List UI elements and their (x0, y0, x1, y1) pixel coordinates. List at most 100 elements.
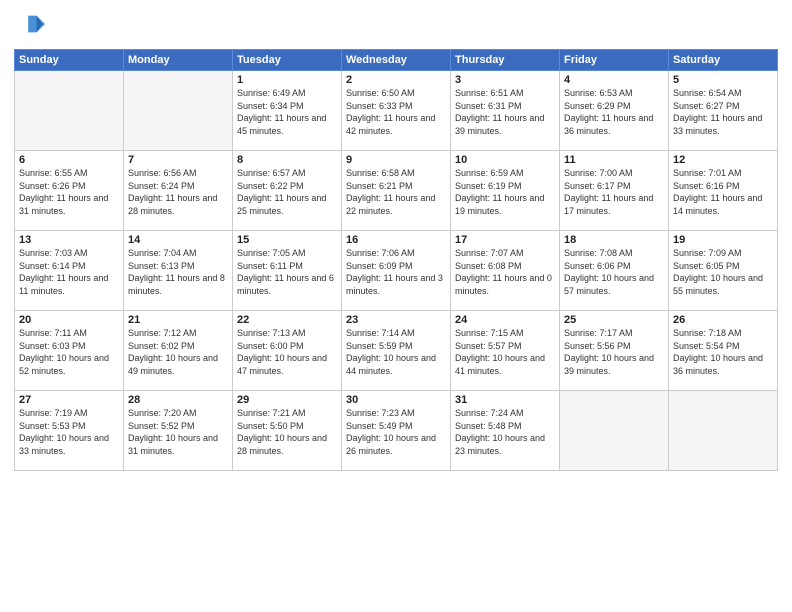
calendar-cell: 7Sunrise: 6:56 AM Sunset: 6:24 PM Daylig… (124, 151, 233, 231)
day-info: Sunrise: 6:54 AM Sunset: 6:27 PM Dayligh… (673, 87, 773, 137)
day-info: Sunrise: 7:09 AM Sunset: 6:05 PM Dayligh… (673, 247, 773, 297)
calendar-cell: 18Sunrise: 7:08 AM Sunset: 6:06 PM Dayli… (560, 231, 669, 311)
day-number: 19 (673, 234, 773, 246)
calendar-cell: 11Sunrise: 7:00 AM Sunset: 6:17 PM Dayli… (560, 151, 669, 231)
logo-icon (17, 10, 45, 38)
calendar-cell: 28Sunrise: 7:20 AM Sunset: 5:52 PM Dayli… (124, 391, 233, 471)
calendar-cell (669, 391, 778, 471)
calendar-cell: 3Sunrise: 6:51 AM Sunset: 6:31 PM Daylig… (451, 71, 560, 151)
day-info: Sunrise: 7:13 AM Sunset: 6:00 PM Dayligh… (237, 327, 337, 377)
weekday-header-wednesday: Wednesday (342, 50, 451, 71)
day-number: 14 (128, 234, 228, 246)
day-info: Sunrise: 7:06 AM Sunset: 6:09 PM Dayligh… (346, 247, 446, 297)
calendar-cell: 8Sunrise: 6:57 AM Sunset: 6:22 PM Daylig… (233, 151, 342, 231)
day-info: Sunrise: 6:58 AM Sunset: 6:21 PM Dayligh… (346, 167, 446, 217)
day-number: 26 (673, 314, 773, 326)
calendar-cell: 4Sunrise: 6:53 AM Sunset: 6:29 PM Daylig… (560, 71, 669, 151)
calendar-cell: 23Sunrise: 7:14 AM Sunset: 5:59 PM Dayli… (342, 311, 451, 391)
calendar-cell: 25Sunrise: 7:17 AM Sunset: 5:56 PM Dayli… (560, 311, 669, 391)
calendar-cell: 21Sunrise: 7:12 AM Sunset: 6:02 PM Dayli… (124, 311, 233, 391)
day-info: Sunrise: 7:15 AM Sunset: 5:57 PM Dayligh… (455, 327, 555, 377)
day-info: Sunrise: 6:49 AM Sunset: 6:34 PM Dayligh… (237, 87, 337, 137)
day-info: Sunrise: 7:20 AM Sunset: 5:52 PM Dayligh… (128, 407, 228, 457)
calendar-week-2: 6Sunrise: 6:55 AM Sunset: 6:26 PM Daylig… (15, 151, 778, 231)
calendar-cell: 26Sunrise: 7:18 AM Sunset: 5:54 PM Dayli… (669, 311, 778, 391)
calendar-table: SundayMondayTuesdayWednesdayThursdayFrid… (14, 49, 778, 471)
day-number: 9 (346, 154, 446, 166)
calendar-cell (15, 71, 124, 151)
day-number: 6 (19, 154, 119, 166)
calendar-cell: 16Sunrise: 7:06 AM Sunset: 6:09 PM Dayli… (342, 231, 451, 311)
calendar-week-3: 13Sunrise: 7:03 AM Sunset: 6:14 PM Dayli… (15, 231, 778, 311)
weekday-header-thursday: Thursday (451, 50, 560, 71)
day-number: 3 (455, 74, 555, 86)
calendar-cell: 31Sunrise: 7:24 AM Sunset: 5:48 PM Dayli… (451, 391, 560, 471)
calendar-cell: 12Sunrise: 7:01 AM Sunset: 6:16 PM Dayli… (669, 151, 778, 231)
day-info: Sunrise: 7:00 AM Sunset: 6:17 PM Dayligh… (564, 167, 664, 217)
day-number: 31 (455, 394, 555, 406)
calendar-cell: 5Sunrise: 6:54 AM Sunset: 6:27 PM Daylig… (669, 71, 778, 151)
calendar-cell: 19Sunrise: 7:09 AM Sunset: 6:05 PM Dayli… (669, 231, 778, 311)
day-info: Sunrise: 7:04 AM Sunset: 6:13 PM Dayligh… (128, 247, 228, 297)
day-number: 30 (346, 394, 446, 406)
calendar-cell (560, 391, 669, 471)
day-number: 12 (673, 154, 773, 166)
day-info: Sunrise: 7:19 AM Sunset: 5:53 PM Dayligh… (19, 407, 119, 457)
calendar-cell: 24Sunrise: 7:15 AM Sunset: 5:57 PM Dayli… (451, 311, 560, 391)
day-info: Sunrise: 7:24 AM Sunset: 5:48 PM Dayligh… (455, 407, 555, 457)
header (14, 10, 778, 43)
day-number: 7 (128, 154, 228, 166)
calendar-cell: 6Sunrise: 6:55 AM Sunset: 6:26 PM Daylig… (15, 151, 124, 231)
day-number: 5 (673, 74, 773, 86)
weekday-header-tuesday: Tuesday (233, 50, 342, 71)
day-info: Sunrise: 7:14 AM Sunset: 5:59 PM Dayligh… (346, 327, 446, 377)
calendar-cell: 2Sunrise: 6:50 AM Sunset: 6:33 PM Daylig… (342, 71, 451, 151)
weekday-header-sunday: Sunday (15, 50, 124, 71)
day-number: 20 (19, 314, 119, 326)
page-container: SundayMondayTuesdayWednesdayThursdayFrid… (0, 0, 792, 612)
day-number: 1 (237, 74, 337, 86)
day-number: 24 (455, 314, 555, 326)
calendar-week-5: 27Sunrise: 7:19 AM Sunset: 5:53 PM Dayli… (15, 391, 778, 471)
day-number: 13 (19, 234, 119, 246)
calendar-week-1: 1Sunrise: 6:49 AM Sunset: 6:34 PM Daylig… (15, 71, 778, 151)
day-number: 16 (346, 234, 446, 246)
day-number: 29 (237, 394, 337, 406)
day-number: 21 (128, 314, 228, 326)
calendar-cell: 9Sunrise: 6:58 AM Sunset: 6:21 PM Daylig… (342, 151, 451, 231)
day-number: 10 (455, 154, 555, 166)
day-info: Sunrise: 7:23 AM Sunset: 5:49 PM Dayligh… (346, 407, 446, 457)
calendar-cell (124, 71, 233, 151)
calendar-cell: 22Sunrise: 7:13 AM Sunset: 6:00 PM Dayli… (233, 311, 342, 391)
calendar-cell: 15Sunrise: 7:05 AM Sunset: 6:11 PM Dayli… (233, 231, 342, 311)
day-info: Sunrise: 7:08 AM Sunset: 6:06 PM Dayligh… (564, 247, 664, 297)
weekday-header-friday: Friday (560, 50, 669, 71)
calendar-header-row: SundayMondayTuesdayWednesdayThursdayFrid… (15, 50, 778, 71)
weekday-header-saturday: Saturday (669, 50, 778, 71)
calendar-cell: 10Sunrise: 6:59 AM Sunset: 6:19 PM Dayli… (451, 151, 560, 231)
day-number: 4 (564, 74, 664, 86)
calendar-cell: 1Sunrise: 6:49 AM Sunset: 6:34 PM Daylig… (233, 71, 342, 151)
calendar-cell: 20Sunrise: 7:11 AM Sunset: 6:03 PM Dayli… (15, 311, 124, 391)
day-info: Sunrise: 7:01 AM Sunset: 6:16 PM Dayligh… (673, 167, 773, 217)
day-info: Sunrise: 6:51 AM Sunset: 6:31 PM Dayligh… (455, 87, 555, 137)
day-number: 18 (564, 234, 664, 246)
day-info: Sunrise: 7:18 AM Sunset: 5:54 PM Dayligh… (673, 327, 773, 377)
day-number: 8 (237, 154, 337, 166)
day-number: 15 (237, 234, 337, 246)
day-info: Sunrise: 7:17 AM Sunset: 5:56 PM Dayligh… (564, 327, 664, 377)
logo (14, 10, 45, 43)
day-info: Sunrise: 7:05 AM Sunset: 6:11 PM Dayligh… (237, 247, 337, 297)
day-number: 17 (455, 234, 555, 246)
day-info: Sunrise: 6:56 AM Sunset: 6:24 PM Dayligh… (128, 167, 228, 217)
day-number: 2 (346, 74, 446, 86)
day-info: Sunrise: 7:12 AM Sunset: 6:02 PM Dayligh… (128, 327, 228, 377)
day-number: 23 (346, 314, 446, 326)
day-info: Sunrise: 7:07 AM Sunset: 6:08 PM Dayligh… (455, 247, 555, 297)
day-info: Sunrise: 7:03 AM Sunset: 6:14 PM Dayligh… (19, 247, 119, 297)
day-number: 22 (237, 314, 337, 326)
calendar-cell: 30Sunrise: 7:23 AM Sunset: 5:49 PM Dayli… (342, 391, 451, 471)
day-info: Sunrise: 6:59 AM Sunset: 6:19 PM Dayligh… (455, 167, 555, 217)
calendar-cell: 17Sunrise: 7:07 AM Sunset: 6:08 PM Dayli… (451, 231, 560, 311)
day-info: Sunrise: 6:53 AM Sunset: 6:29 PM Dayligh… (564, 87, 664, 137)
